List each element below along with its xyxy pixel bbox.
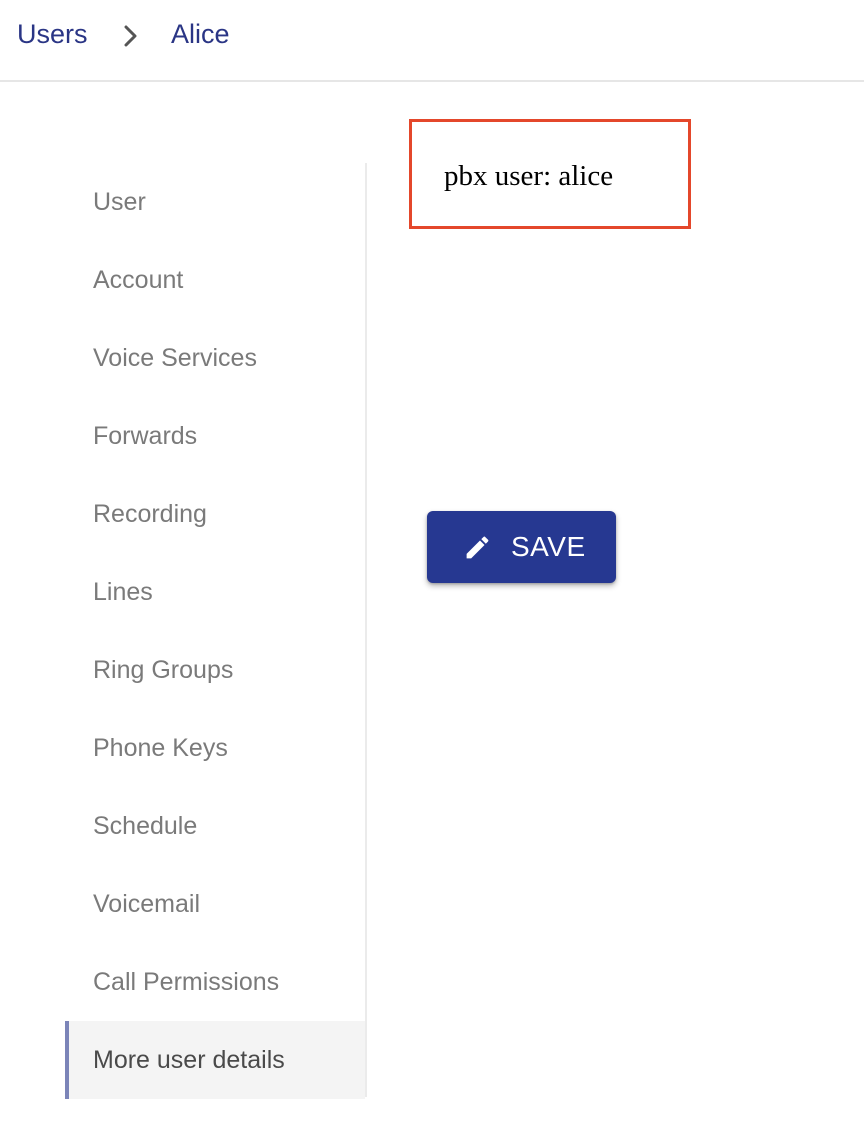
sidebar-item-account[interactable]: Account	[65, 241, 365, 319]
sidebar-nav: User Account Voice Services Forwards Rec…	[65, 163, 367, 1099]
sidebar-item-label: Voice Services	[93, 343, 257, 372]
sidebar-item-label: Schedule	[93, 811, 198, 840]
sidebar-item-voicemail[interactable]: Voicemail	[65, 865, 365, 943]
sidebar-item-recording[interactable]: Recording	[65, 475, 365, 553]
pencil-icon	[466, 536, 489, 559]
sidebar-item-phone-keys[interactable]: Phone Keys	[65, 709, 365, 787]
sidebar-item-label: Forwards	[93, 421, 198, 450]
sidebar-item-label: Lines	[93, 577, 153, 606]
sidebar-item-more-user-details[interactable]: More user details	[65, 1021, 365, 1099]
pbx-user-text: pbx user: alice	[444, 160, 614, 192]
breadcrumb-users-link[interactable]: Users	[17, 19, 88, 50]
sidebar-item-forwards[interactable]: Forwards	[65, 397, 365, 475]
breadcrumb-current-user[interactable]: Alice	[171, 19, 230, 50]
sidebar-item-user[interactable]: User	[65, 163, 365, 241]
save-button[interactable]: SAVE	[427, 511, 616, 583]
chevron-right-icon	[124, 25, 137, 47]
breadcrumb: Users Alice	[0, 0, 864, 82]
sidebar-item-voice-services[interactable]: Voice Services	[65, 319, 365, 397]
sidebar-item-lines[interactable]: Lines	[65, 553, 365, 631]
sidebar-item-label: Account	[93, 265, 184, 294]
sidebar-item-label: Recording	[93, 499, 207, 528]
sidebar-item-label: More user details	[93, 1045, 285, 1074]
sidebar-item-ring-groups[interactable]: Ring Groups	[65, 631, 365, 709]
sidebar-item-label: Call Permissions	[93, 967, 280, 996]
sidebar-item-label: Voicemail	[93, 889, 200, 918]
sidebar-item-label: Ring Groups	[93, 655, 234, 684]
sidebar-item-label: Phone Keys	[93, 733, 228, 762]
save-button-label: SAVE	[511, 531, 586, 562]
pbx-user-box: pbx user: alice	[409, 119, 691, 229]
sidebar-item-call-permissions[interactable]: Call Permissions	[65, 943, 365, 1021]
sidebar-item-label: User	[93, 187, 146, 216]
sidebar-item-schedule[interactable]: Schedule	[65, 787, 365, 865]
